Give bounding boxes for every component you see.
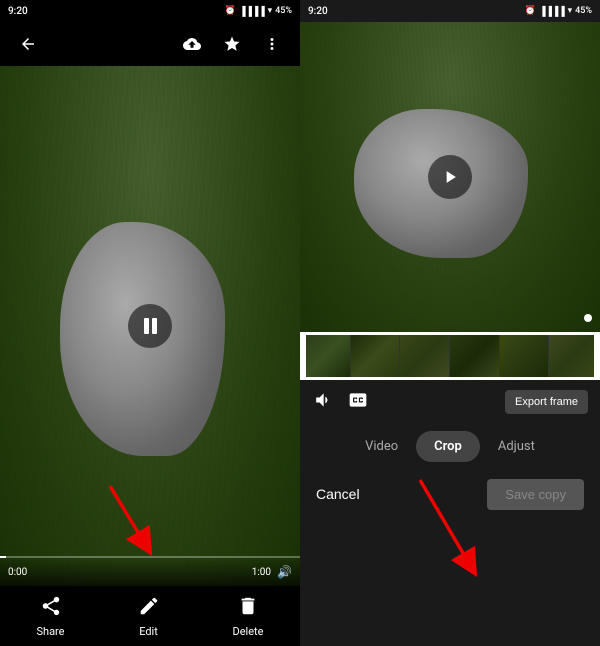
tab-crop[interactable]: Crop: [416, 431, 480, 462]
status-time-right: 9:20: [308, 6, 328, 17]
time-bar: 0:00 1:00 🔊: [0, 558, 300, 586]
time-right: 9:20: [308, 6, 328, 17]
filmstrip-cell-6: [549, 333, 599, 379]
edit-button[interactable]: Edit: [138, 595, 160, 638]
edit-icon: [138, 595, 160, 622]
pause-button[interactable]: [128, 304, 172, 348]
filmstrip-wrapper: [300, 332, 600, 380]
status-bar-right: 9:20 ⏰ ▐▐▐▐ ▾ 45%: [300, 0, 600, 22]
tab-video[interactable]: Video: [347, 431, 416, 462]
alarm-icon-r: ⏰: [525, 6, 536, 16]
filmstrip-cell-4: [450, 333, 500, 379]
play-button-right[interactable]: [428, 155, 472, 199]
filmstrip-cell-1: [301, 333, 351, 379]
share-label: Share: [36, 625, 64, 638]
status-time-left: 9:20: [8, 6, 28, 17]
filmstrip-left-handle[interactable]: [300, 332, 306, 380]
alarm-icon: ⏰: [225, 6, 236, 16]
time-start: 0:00: [8, 567, 27, 578]
wifi-icon: ▾: [268, 6, 273, 16]
pause-bar-2: [152, 318, 157, 334]
time-bar-right: 1:00 🔊: [252, 565, 292, 579]
filmstrip-border-bottom: [300, 377, 600, 380]
top-toolbar-left: [0, 22, 300, 66]
star-icon[interactable]: [216, 28, 248, 60]
delete-icon: [237, 595, 259, 622]
filmstrip[interactable]: [300, 332, 600, 380]
filmstrip-cell-5: [500, 333, 550, 379]
save-copy-button[interactable]: Save copy: [487, 479, 584, 510]
tab-adjust[interactable]: Adjust: [480, 431, 553, 462]
share-icon: [40, 595, 62, 622]
left-panel: 9:20 ⏰ ▐▐▐▐ ▾ 45%: [0, 0, 300, 646]
volume-ctrl-icon[interactable]: [312, 390, 332, 415]
trim-handle-dot: [584, 314, 592, 322]
video-area-left[interactable]: 0:00 1:00 🔊: [0, 66, 300, 586]
status-bar-left: 9:20 ⏰ ▐▐▐▐ ▾ 45%: [0, 0, 300, 22]
status-icons-left: ⏰ ▐▐▐▐ ▾ 45%: [225, 6, 292, 17]
caption-icon[interactable]: [348, 390, 368, 415]
signal-icon-r: ▐▐▐▐: [539, 6, 565, 17]
delete-button[interactable]: Delete: [233, 595, 264, 638]
cancel-button[interactable]: Cancel: [316, 486, 360, 502]
export-frame-button[interactable]: Export frame: [505, 390, 588, 414]
time-left: 9:20: [8, 6, 28, 17]
signal-icon: ▐▐▐▐: [239, 6, 265, 17]
filmstrip-cell-3: [400, 333, 450, 379]
share-button[interactable]: Share: [36, 595, 64, 638]
battery-label-r: 45%: [575, 6, 592, 16]
toolbar-icons-right: [176, 28, 288, 60]
filmstrip-right-handle[interactable]: [594, 332, 600, 380]
filmstrip-border-top: [300, 332, 600, 335]
bottom-action-row: Cancel Save copy: [300, 468, 600, 520]
volume-icon[interactable]: 🔊: [277, 565, 292, 579]
delete-label: Delete: [233, 625, 264, 638]
controls-row: Export frame: [300, 380, 600, 424]
pause-bar-1: [144, 318, 149, 334]
video-area-right[interactable]: [300, 22, 600, 332]
time-end: 1:00: [252, 567, 271, 578]
cloud-upload-icon[interactable]: [176, 28, 208, 60]
right-panel: 9:20 ⏰ ▐▐▐▐ ▾ 45%: [300, 0, 600, 646]
tab-bar: Video Crop Adjust: [300, 424, 600, 468]
status-icons-right: ⏰ ▐▐▐▐ ▾ 45%: [525, 6, 592, 17]
controls-left: [312, 390, 368, 415]
filmstrip-cell-2: [351, 333, 401, 379]
wifi-icon-r: ▾: [568, 6, 573, 16]
edit-label: Edit: [139, 625, 158, 638]
back-button[interactable]: [12, 28, 44, 60]
play-icon: [440, 167, 460, 187]
battery-label: 45%: [275, 6, 292, 16]
more-vert-icon[interactable]: [256, 28, 288, 60]
bottom-bar-left: Share Edit Delete: [0, 586, 300, 646]
